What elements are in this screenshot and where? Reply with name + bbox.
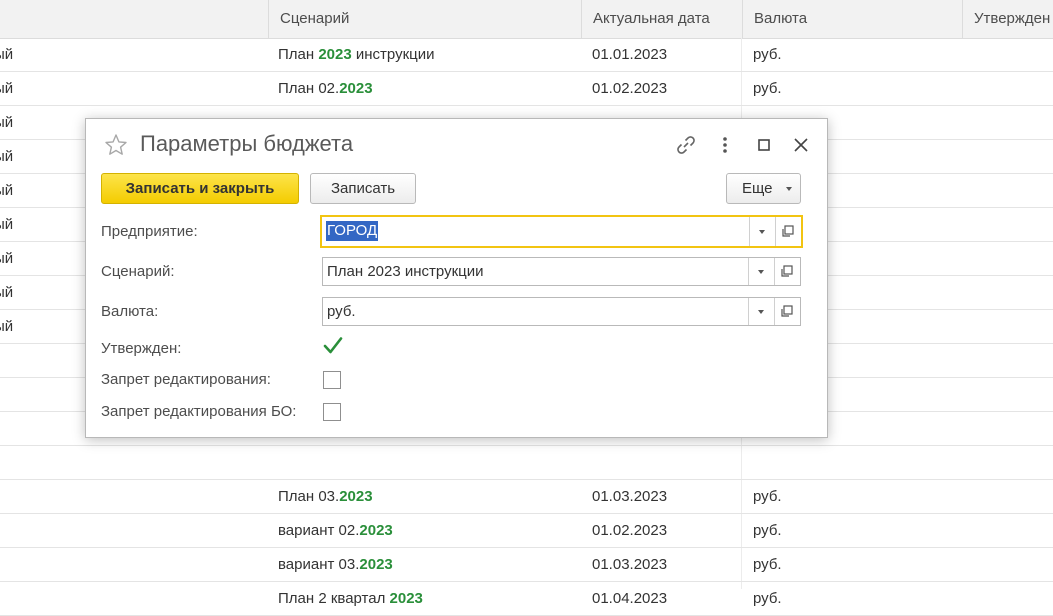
enterprise-field[interactable]: ГОРОД [320, 215, 803, 248]
currency-value: руб. [327, 303, 356, 320]
approved-label: Утвержден: [101, 340, 182, 357]
more-button-label: Еще [742, 180, 773, 197]
row-date-cell [592, 446, 732, 479]
column-header-date[interactable]: Актуальная дата [581, 0, 742, 38]
open-icon[interactable] [774, 298, 800, 325]
row-date-cell: 01.03.2023 [592, 488, 668, 505]
row-currency-cell: руб. [753, 46, 782, 63]
checkmark-icon [323, 337, 343, 354]
row-currency-cell: руб. [753, 522, 782, 539]
row-currency-cell: руб. [753, 488, 782, 505]
row-date-cell: 01.03.2023 [592, 556, 668, 573]
scenario-year: 2023 [389, 590, 423, 607]
open-icon[interactable] [775, 217, 801, 246]
row-scenario-cell: План 02.2023 [278, 72, 578, 105]
scenario-year: 2023 [359, 522, 393, 539]
edit-lock-bo-label: Запрет редактирования БО: [101, 403, 297, 420]
column-header-approved[interactable]: Утвержден [962, 0, 1053, 38]
currency-field[interactable]: руб. [322, 297, 801, 326]
row-type-cell [0, 514, 270, 547]
row-type-cell: ый [0, 80, 14, 97]
row-scenario-cell: вариант 02.2023 [278, 514, 578, 547]
save-and-close-button[interactable]: Записать и закрыть [101, 173, 299, 204]
open-icon-glyph [781, 265, 793, 277]
chevron-down-icon [786, 187, 792, 191]
table-row[interactable]: План 2 квартал 2023 01.04.2023 руб. [0, 582, 1053, 616]
dropdown-icon[interactable] [748, 258, 774, 285]
open-icon-glyph [781, 305, 793, 317]
dialog-title: Параметры бюджета [140, 131, 354, 156]
currency-label: Валюта: [101, 303, 159, 320]
column-header-currency[interactable]: Валюта [742, 0, 962, 38]
scenario-year: 2023 [339, 80, 373, 97]
row-type-cell [0, 548, 270, 581]
open-icon-glyph [782, 225, 794, 237]
row-date-cell: 01.01.2023 [592, 46, 668, 63]
row-scenario-cell: План 2023 инструкции [278, 38, 578, 71]
scenario-field[interactable]: План 2023 инструкции [322, 257, 801, 286]
enterprise-value: ГОРОД [326, 221, 379, 241]
row-type-cell [0, 480, 270, 513]
scenario-text: План 2 квартал [278, 590, 390, 607]
open-icon[interactable] [774, 258, 800, 285]
table-row[interactable]: ый План 2023 инструкции 01.01.2023 руб. [0, 38, 1053, 72]
column-header-type[interactable] [0, 0, 269, 38]
star-icon[interactable] [104, 133, 128, 157]
budget-parameters-dialog: Параметры бюджета Записать и закрыть Зап… [85, 118, 828, 438]
dropdown-icon[interactable] [749, 217, 775, 246]
scenario-text: План [278, 46, 319, 63]
row-scenario-cell: План 03.2023 [278, 480, 578, 513]
row-date-cell: 01.02.2023 [592, 522, 668, 539]
scenario-value: План 2023 инструкции [327, 263, 484, 280]
scenario-label: Сценарий: [101, 263, 175, 280]
link-icon[interactable] [674, 133, 698, 157]
row-currency-cell [753, 446, 953, 479]
scenario-year: 2023 [359, 556, 393, 573]
row-date-cell: 01.04.2023 [592, 590, 668, 607]
table-row[interactable]: ый План 02.2023 01.02.2023 руб. [0, 72, 1053, 106]
row-currency-cell: руб. [753, 80, 782, 97]
table-row[interactable]: вариант 02.2023 01.02.2023 руб. [0, 514, 1053, 548]
approved-checkbox[interactable] [323, 337, 343, 356]
more-vertical-icon[interactable] [713, 133, 737, 157]
scenario-text: План 02. [278, 80, 340, 97]
edit-lock-checkbox[interactable] [323, 371, 341, 389]
scenario-text: вариант 03. [278, 556, 360, 573]
enterprise-label: Предприятие: [101, 223, 198, 240]
row-scenario-cell [278, 446, 578, 479]
scenario-text-suffix: инструкции [351, 46, 435, 63]
more-button[interactable]: Еще [726, 173, 801, 204]
table-row[interactable]: План 03.2023 01.03.2023 руб. [0, 480, 1053, 514]
row-currency-cell: руб. [753, 556, 782, 573]
edit-lock-bo-checkbox[interactable] [323, 403, 341, 421]
table-row[interactable]: вариант 03.2023 01.03.2023 руб. [0, 548, 1053, 582]
scenario-year: 2023 [339, 488, 373, 505]
list-header: Сценарий Актуальная дата Валюта Утвержде… [0, 0, 1053, 39]
row-currency-cell: руб. [753, 590, 782, 607]
scenario-text: План 03. [278, 488, 340, 505]
row-scenario-cell: вариант 03.2023 [278, 548, 578, 581]
row-date-cell: 01.02.2023 [592, 80, 668, 97]
table-row[interactable] [0, 446, 1053, 480]
row-scenario-cell: План 2 квартал 2023 [278, 582, 578, 615]
scenario-year: 2023 [318, 46, 352, 63]
scenario-text: вариант 02. [278, 522, 360, 539]
column-header-scenario[interactable]: Сценарий [268, 0, 581, 38]
dropdown-icon[interactable] [748, 298, 774, 325]
close-icon[interactable] [789, 133, 813, 157]
save-button[interactable]: Записать [310, 173, 416, 204]
maximize-icon[interactable] [752, 133, 776, 157]
row-type-cell [0, 582, 270, 615]
row-type-cell: ый [0, 46, 14, 63]
row-type-cell [0, 446, 270, 479]
edit-lock-label: Запрет редактирования: [101, 371, 271, 388]
